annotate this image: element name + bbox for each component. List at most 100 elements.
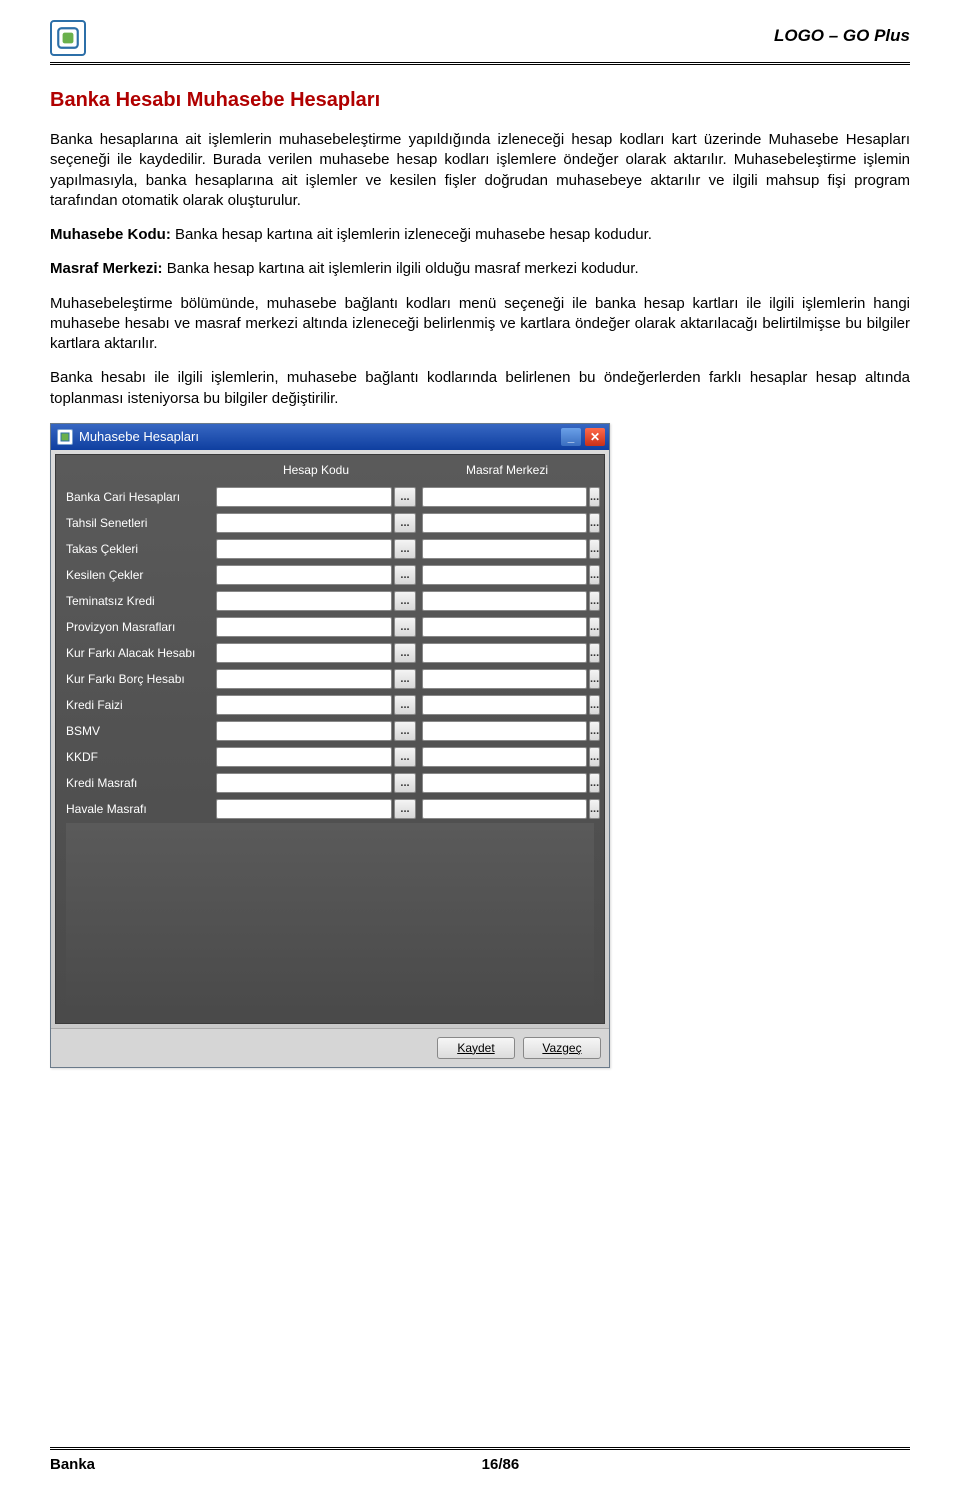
lookup-button[interactable]: ... <box>394 799 416 819</box>
masraf-merkezi-input[interactable] <box>422 617 587 637</box>
lookup-button[interactable]: ... <box>589 565 600 585</box>
lookup-button[interactable]: ... <box>589 799 600 819</box>
row-label: Kredi Masrafı <box>66 776 216 790</box>
lookup-button[interactable]: ... <box>394 721 416 741</box>
row-label: Havale Masrafı <box>66 802 216 816</box>
hesap-kodu-input[interactable] <box>216 721 392 741</box>
page-footer: Banka 16/86 . <box>50 1447 910 1473</box>
paragraph-2: Muhasebe Kodu: Banka hesap kartına ait i… <box>50 225 910 245</box>
paragraph-4: Muhasebeleştirme bölümünde, muhasebe bağ… <box>50 294 910 355</box>
masraf-merkezi-input[interactable] <box>422 695 587 715</box>
masraf-merkezi-input[interactable] <box>422 513 587 533</box>
table-row: Provizyon Masrafları ... ... <box>66 615 594 639</box>
dialog-body: Hesap Kodu Masraf Merkezi Banka Cari Hes… <box>55 454 605 1024</box>
table-row: Kredi Masrafı ... ... <box>66 771 594 795</box>
lookup-button[interactable]: ... <box>394 617 416 637</box>
table-row: BSMV ... ... <box>66 719 594 743</box>
lookup-button[interactable]: ... <box>394 539 416 559</box>
product-title: LOGO – GO Plus <box>774 20 910 46</box>
masraf-merkezi-input[interactable] <box>422 773 587 793</box>
cancel-button[interactable]: Vazgeç <box>523 1037 601 1059</box>
hesap-kodu-input[interactable] <box>216 695 392 715</box>
lookup-button[interactable]: ... <box>589 617 600 637</box>
page-header: LOGO – GO Plus <box>50 20 910 65</box>
masraf-merkezi-input[interactable] <box>422 669 587 689</box>
lookup-button[interactable]: ... <box>394 565 416 585</box>
lookup-button[interactable]: ... <box>394 669 416 689</box>
masraf-merkezi-input[interactable] <box>422 487 587 507</box>
table-row: Kredi Faizi ... ... <box>66 693 594 717</box>
row-label: Banka Cari Hesapları <box>66 490 216 504</box>
row-label: Kur Farkı Borç Hesabı <box>66 672 216 686</box>
row-label: Teminatsız Kredi <box>66 594 216 608</box>
masraf-merkezi-input[interactable] <box>422 721 587 741</box>
footer-page: 16/86 <box>482 1456 520 1473</box>
paragraph-1: Banka hesaplarına ait işlemlerin muhaseb… <box>50 130 910 211</box>
lookup-button[interactable]: ... <box>394 695 416 715</box>
hesap-kodu-input[interactable] <box>216 669 392 689</box>
table-row: Havale Masrafı ... ... <box>66 797 594 821</box>
lookup-button[interactable]: ... <box>589 747 600 767</box>
hesap-kodu-input[interactable] <box>216 747 392 767</box>
lookup-button[interactable]: ... <box>589 591 600 611</box>
table-row: Kur Farkı Alacak Hesabı ... ... <box>66 641 594 665</box>
lookup-button[interactable]: ... <box>589 721 600 741</box>
lookup-button[interactable]: ... <box>394 591 416 611</box>
text-masraf-merkezi: Banka hesap kartına ait işlemlerin ilgil… <box>163 260 639 277</box>
lookup-button[interactable]: ... <box>589 643 600 663</box>
row-label: Takas Çekleri <box>66 542 216 556</box>
lookup-button[interactable]: ... <box>394 513 416 533</box>
masraf-merkezi-input[interactable] <box>422 747 587 767</box>
close-button[interactable]: ✕ <box>585 428 605 446</box>
lookup-button[interactable]: ... <box>394 747 416 767</box>
lookup-button[interactable]: ... <box>394 773 416 793</box>
label-masraf-merkezi: Masraf Merkezi: <box>50 260 163 277</box>
save-button[interactable]: Kaydet <box>437 1037 515 1059</box>
hesap-kodu-input[interactable] <box>216 539 392 559</box>
masraf-merkezi-input[interactable] <box>422 643 587 663</box>
masraf-merkezi-input[interactable] <box>422 539 587 559</box>
masraf-merkezi-input[interactable] <box>422 799 587 819</box>
section-title: Banka Hesabı Muhasebe Hesapları <box>50 89 910 112</box>
lookup-button[interactable]: ... <box>394 643 416 663</box>
masraf-merkezi-input[interactable] <box>422 565 587 585</box>
table-row: Kesilen Çekler ... ... <box>66 563 594 587</box>
hesap-kodu-input[interactable] <box>216 565 392 585</box>
hesap-kodu-input[interactable] <box>216 591 392 611</box>
dialog-blank-area <box>66 823 594 1013</box>
table-row: Kur Farkı Borç Hesabı ... ... <box>66 667 594 691</box>
lookup-button[interactable]: ... <box>589 773 600 793</box>
dialog-title: Muhasebe Hesapları <box>79 429 199 444</box>
table-row: Tahsil Senetleri ... ... <box>66 511 594 535</box>
table-row: Takas Çekleri ... ... <box>66 537 594 561</box>
hesap-kodu-input[interactable] <box>216 643 392 663</box>
paragraph-3: Masraf Merkezi: Banka hesap kartına ait … <box>50 259 910 279</box>
table-row: Teminatsız Kredi ... ... <box>66 589 594 613</box>
row-label: Provizyon Masrafları <box>66 620 216 634</box>
row-label: Kredi Faizi <box>66 698 216 712</box>
row-label: BSMV <box>66 724 216 738</box>
row-label: KKDF <box>66 750 216 764</box>
table-row: Banka Cari Hesapları ... ... <box>66 485 594 509</box>
dialog-titlebar: Muhasebe Hesapları _ ✕ <box>51 424 609 450</box>
lookup-button[interactable]: ... <box>589 539 600 559</box>
label-muhasebe-kodu: Muhasebe Kodu: <box>50 226 171 243</box>
table-row: KKDF ... ... <box>66 745 594 769</box>
hesap-kodu-input[interactable] <box>216 513 392 533</box>
lookup-button[interactable]: ... <box>589 513 600 533</box>
masraf-merkezi-input[interactable] <box>422 591 587 611</box>
row-label: Tahsil Senetleri <box>66 516 216 530</box>
logo-icon <box>50 20 86 56</box>
hesap-kodu-input[interactable] <box>216 773 392 793</box>
hesap-kodu-input[interactable] <box>216 799 392 819</box>
paragraph-5: Banka hesabı ile ilgili işlemlerin, muha… <box>50 368 910 409</box>
minimize-button[interactable]: _ <box>561 428 581 446</box>
hesap-kodu-input[interactable] <box>216 487 392 507</box>
lookup-button[interactable]: ... <box>589 487 600 507</box>
lookup-button[interactable]: ... <box>589 669 600 689</box>
lookup-button[interactable]: ... <box>589 695 600 715</box>
lookup-button[interactable]: ... <box>394 487 416 507</box>
hesap-kodu-input[interactable] <box>216 617 392 637</box>
window-icon <box>57 429 73 445</box>
column-header-masraf-merkezi: Masraf Merkezi <box>422 463 592 477</box>
